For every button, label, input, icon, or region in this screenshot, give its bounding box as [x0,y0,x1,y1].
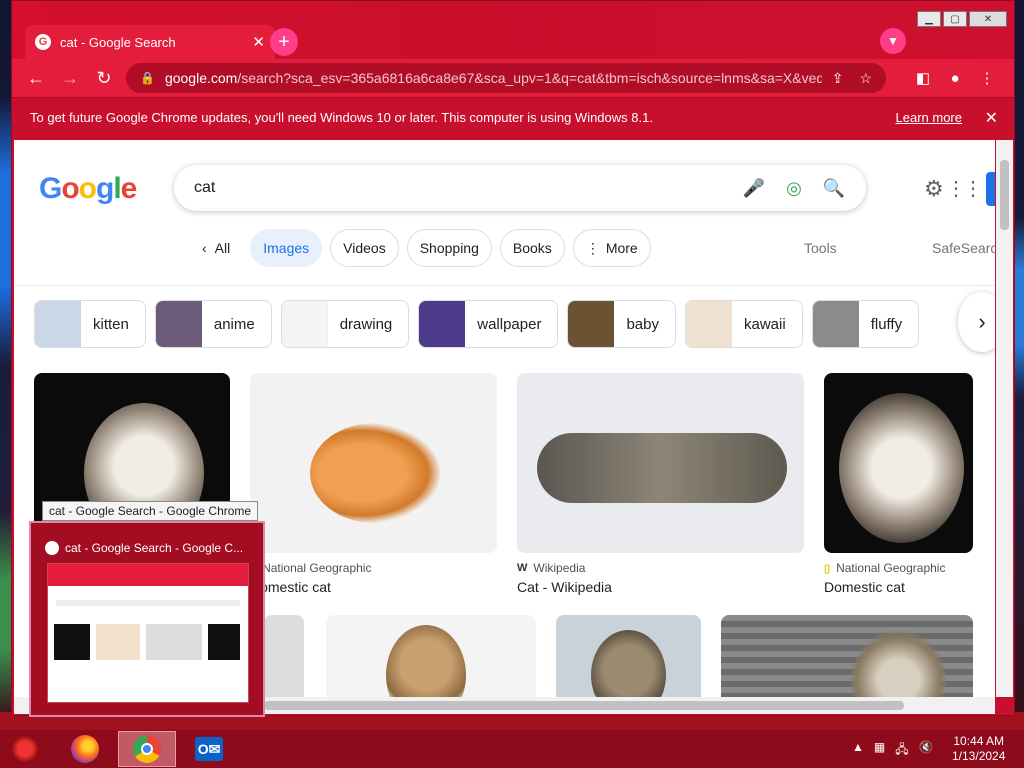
taskbar-tooltip: cat - Google Search - Google Chrome [42,501,259,521]
google-favicon-icon: G [35,34,51,50]
suggestion-thumbnail [812,301,859,347]
result-image [517,373,804,553]
result-title[interactable]: Domestic cat [250,579,497,595]
search-input[interactable]: cat 🎤 ◎ 🔍 [174,165,866,211]
result-cat-5[interactable] [264,615,304,697]
result-cat-6[interactable] [326,615,536,697]
suggestion-thumbnail [155,301,202,347]
tab-books[interactable]: Books [499,229,565,267]
tab-more[interactable]: ⋮ More [572,229,651,267]
taskbar-clock[interactable]: 10:44 AM 1/13/2024 [952,734,1005,764]
tab-videos[interactable]: Videos [330,229,399,267]
tab-shopping[interactable]: Shopping [406,229,492,267]
suggestions-next-arrow-icon[interactable]: › [958,292,995,352]
url-text: google.com/search?sca_esv=365a6816a6ca8e… [164,70,822,86]
maximize-button[interactable]: ▢ [943,11,967,27]
suggestion-baby[interactable]: baby [567,300,676,348]
tray-device-icon[interactable]: ▦ [874,740,885,761]
voice-search-icon[interactable]: 🎤 [742,176,766,200]
result-cat-8[interactable] [721,615,973,697]
result-image [250,373,497,553]
result-image [556,615,701,697]
header-divider [14,285,995,286]
tab-search-chevron-icon[interactable]: ▼ [880,28,906,54]
result-cat-3[interactable]: W Wikipedia Cat - Wikipedia [517,373,804,595]
bookmark-star-icon[interactable]: ☆ [859,70,872,87]
tray-overflow-icon[interactable]: ▲ [852,740,864,761]
suggestion-wallpaper[interactable]: wallpaper [418,300,559,348]
share-icon[interactable]: ⇪ [832,70,844,87]
outlook-taskbar-icon[interactable]: O✉ [180,731,238,767]
suggestion-thumbnail [686,301,732,347]
result-source: ▯National Geographic [250,561,372,575]
search-filter-tabs: ‹ All Images Videos Shopping Books ⋮ More [190,229,651,267]
related-searches: kitten anime drawing wallpaper baby kawa… [34,300,920,348]
learn-more-link[interactable]: Learn more [896,110,962,125]
sign-in-button[interactable] [986,172,995,206]
result-cat-2[interactable]: ▯National Geographic Domestic cat [250,373,497,595]
suggestion-kawaii[interactable]: kawaii [685,300,803,348]
tab-cat-search[interactable]: G cat - Google Search ✕ [25,25,275,59]
new-tab-button[interactable]: + [270,28,298,56]
chrome-taskbar-icon[interactable] [118,731,176,767]
chrome-favicon-icon [45,541,59,555]
reload-icon[interactable]: ↻ [90,64,118,92]
result-image [264,615,304,697]
infobar-message: To get future Google Chrome updates, you… [30,110,653,125]
search-icon[interactable]: 🔍 [822,176,846,200]
google-logo[interactable]: Google [39,172,137,206]
result-title[interactable]: Domestic cat [824,579,973,595]
update-infobar: To get future Google Chrome updates, you… [12,97,1014,137]
result-cat-4[interactable]: ▯ National Geographic Domestic cat [824,373,973,595]
suggestion-thumbnail [568,301,615,347]
firefox-taskbar-icon[interactable] [56,731,114,767]
close-window-button[interactable]: ✕ [969,11,1007,27]
suggestion-thumbnail [281,301,328,347]
suggestion-anime[interactable]: anime [154,300,272,348]
system-tray: ▲ ▦ 🖧 🔇 [852,740,934,761]
taskbar-window-preview[interactable]: cat - Google Search - Google C... [29,521,265,717]
safesearch-button[interactable]: SafeSearch [932,240,995,256]
preview-thumbnail [47,563,249,703]
tab-close-icon[interactable]: ✕ [252,33,265,51]
vertical-scrollbar[interactable] [996,140,1013,697]
network-icon[interactable]: 🖧 [895,740,908,761]
result-image [824,373,973,553]
tab-images[interactable]: Images [250,229,323,267]
result-image [326,615,536,697]
result-title[interactable]: Cat - Wikipedia [517,579,804,595]
address-bar[interactable]: 🔒 google.com/search?sca_esv=365a6816a6ca… [126,63,886,93]
suggestion-kitten[interactable]: kitten [34,300,146,348]
lock-icon: 🔒 [140,71,155,85]
suggestion-fluffy[interactable]: fluffy [811,300,920,348]
result-cat-7[interactable] [556,615,701,697]
tools-button[interactable]: Tools [804,240,837,256]
suggestion-thumbnail [419,301,466,347]
forward-arrow-icon[interactable]: → [56,64,84,92]
volume-muted-icon[interactable]: 🔇 [919,740,934,761]
tab-title: cat - Google Search [60,34,176,50]
lens-search-icon[interactable]: ◎ [782,176,806,200]
search-query: cat [194,179,216,196]
browser-toolbar: ← → ↻ 🔒 google.com/search?sca_esv=365a68… [12,59,1014,97]
result-image [721,615,973,697]
suggestion-drawing[interactable]: drawing [280,300,410,348]
suggestion-thumbnail [35,301,81,347]
side-panel-icon[interactable]: ◧ [910,65,936,91]
profile-avatar-icon[interactable]: ● [942,65,968,91]
back-arrow-icon[interactable]: ← [22,64,50,92]
tab-all[interactable]: ‹ All [190,229,243,267]
start-ornament-icon[interactable] [0,731,50,767]
minimize-button[interactable]: ▁ [917,11,941,27]
menu-kebab-icon[interactable]: ⋮ [974,65,1000,91]
result-source: ▯National Geographic [824,561,946,575]
infobar-close-icon[interactable]: ✕ [985,108,998,128]
title-bar: G cat - Google Search ✕ + ▼ ▁ ▢ ✕ [12,1,1014,59]
preview-title: cat - Google Search - Google C... [45,541,243,555]
result-source: W Wikipedia [517,561,586,575]
settings-gear-icon[interactable]: ⚙ [924,176,944,202]
